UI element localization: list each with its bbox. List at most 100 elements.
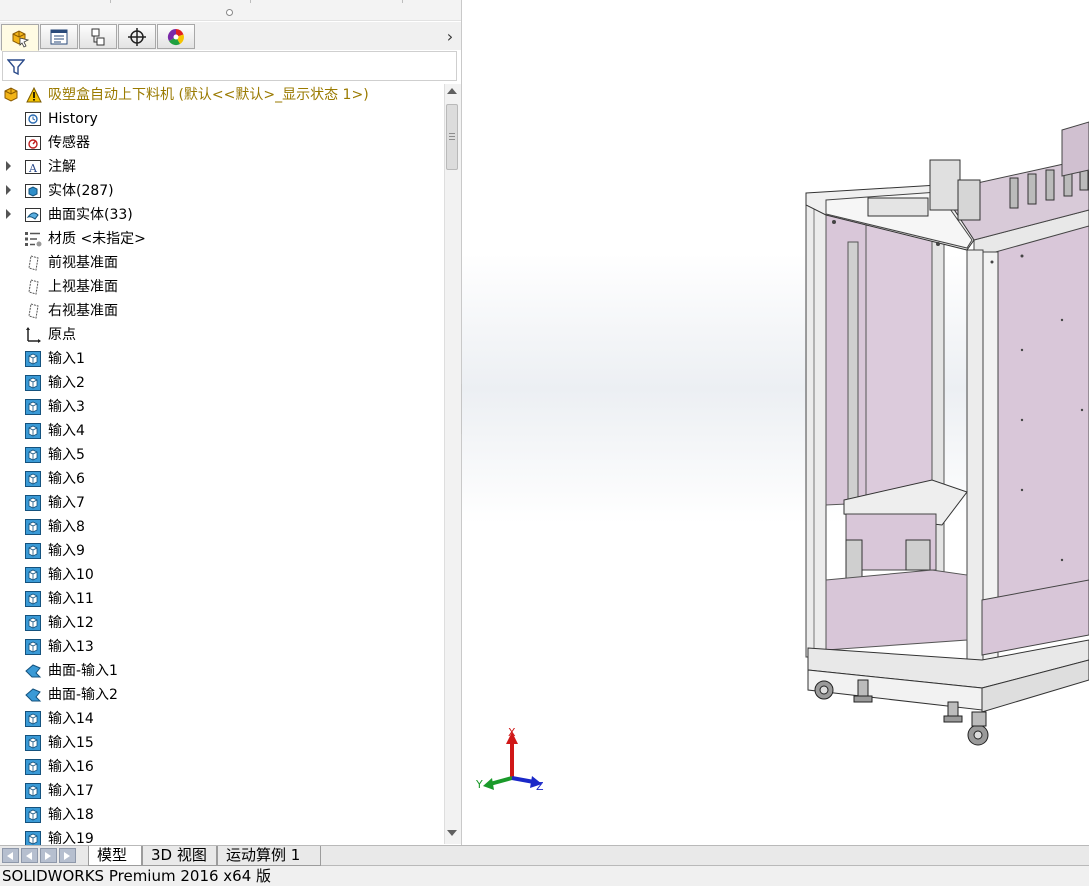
tree-item-label: 输入3 bbox=[48, 399, 85, 415]
material-icon bbox=[24, 230, 42, 248]
dimxpert-tab-icon bbox=[128, 27, 146, 46]
tree-item[interactable]: 原点 bbox=[0, 323, 444, 347]
tree-item[interactable]: A 注解 bbox=[0, 155, 444, 179]
display-manager-tab-icon bbox=[167, 28, 184, 45]
configurationmanager-tab[interactable] bbox=[79, 24, 117, 49]
tree-item-label: 输入19 bbox=[48, 831, 94, 845]
imported-body-icon bbox=[24, 374, 42, 392]
filter-icon bbox=[7, 59, 25, 76]
tree-item-label: 输入2 bbox=[48, 375, 85, 391]
tree-item-label: 前视基准面 bbox=[48, 255, 118, 271]
first-tab-button[interactable] bbox=[2, 848, 19, 863]
tree-item[interactable]: History bbox=[0, 107, 444, 131]
tree-item[interactable]: 曲面-输入1 bbox=[0, 659, 444, 683]
tree-item-label: 输入16 bbox=[48, 759, 94, 775]
tree-item[interactable]: 输入10 bbox=[0, 563, 444, 587]
dimxpert-tab[interactable] bbox=[118, 24, 156, 49]
document-tab-bar: 模型 3D 视图 运动算例 1 bbox=[0, 845, 1089, 866]
tab-model[interactable]: 模型 bbox=[88, 846, 142, 866]
tree-item-label: 上视基准面 bbox=[48, 279, 118, 295]
plane-icon bbox=[24, 254, 42, 272]
tree-item-label: 输入9 bbox=[48, 543, 85, 559]
tree-item[interactable]: 输入14 bbox=[0, 707, 444, 731]
tree-item-label: 输入1 bbox=[48, 351, 85, 367]
tree-item[interactable]: 输入7 bbox=[0, 491, 444, 515]
tree-item[interactable]: 输入6 bbox=[0, 467, 444, 491]
tab-motion-study[interactable]: 运动算例 1 bbox=[217, 846, 321, 866]
triad-x-label: X bbox=[508, 726, 516, 739]
imported-body-icon bbox=[24, 710, 42, 728]
tree-item[interactable]: 输入12 bbox=[0, 611, 444, 635]
tree-item[interactable]: 输入17 bbox=[0, 779, 444, 803]
tree-item-label: 输入11 bbox=[48, 591, 94, 607]
propertymanager-tab-icon bbox=[50, 29, 68, 44]
featuremanager-tab[interactable] bbox=[1, 24, 39, 51]
imported-body-icon bbox=[24, 350, 42, 368]
surface-bodies-icon bbox=[24, 206, 42, 224]
tree-item[interactable]: 输入5 bbox=[0, 443, 444, 467]
panel-top-splitter[interactable] bbox=[0, 0, 461, 21]
tree-item[interactable]: 传感器 bbox=[0, 131, 444, 155]
tree-root-label: 吸塑盒自动上下料机 (默认<<默认>_显示状态 1>) bbox=[48, 87, 369, 103]
origin-icon bbox=[24, 326, 42, 344]
tree-item-label: 注解 bbox=[48, 159, 76, 175]
tree-item-label: 输入10 bbox=[48, 567, 94, 583]
tree-item-label: 实体(287) bbox=[48, 183, 114, 199]
triad-z-label: Z bbox=[536, 780, 544, 793]
configurationmanager-tab-icon bbox=[91, 28, 105, 45]
tree-item-label: 输入17 bbox=[48, 783, 94, 799]
tree-item[interactable]: 输入1 bbox=[0, 347, 444, 371]
tree-item[interactable]: 前视基准面 bbox=[0, 251, 444, 275]
tab-3d-view[interactable]: 3D 视图 bbox=[142, 846, 217, 866]
imported-body-icon bbox=[24, 734, 42, 752]
prev-tab-button[interactable] bbox=[21, 848, 38, 863]
last-tab-button[interactable] bbox=[59, 848, 76, 863]
tree-item[interactable]: 材质 <未指定> bbox=[0, 227, 444, 251]
tree-item[interactable]: 输入13 bbox=[0, 635, 444, 659]
tree-item-label: 传感器 bbox=[48, 135, 90, 151]
tree-item-label: 曲面-输入1 bbox=[48, 663, 118, 679]
tree-item[interactable]: 输入16 bbox=[0, 755, 444, 779]
feature-filter-bar[interactable] bbox=[2, 51, 457, 81]
tree-item[interactable]: 上视基准面 bbox=[0, 275, 444, 299]
tree-item[interactable]: 输入15 bbox=[0, 731, 444, 755]
propertymanager-tab[interactable] bbox=[40, 24, 78, 49]
tree-item[interactable]: 曲面实体(33) bbox=[0, 203, 444, 227]
part-root-icon bbox=[3, 86, 21, 104]
expand-arrow-icon[interactable] bbox=[6, 185, 11, 195]
tree-scrollbar[interactable] bbox=[444, 84, 461, 844]
warning-icon bbox=[26, 86, 44, 105]
expand-arrow-icon[interactable] bbox=[6, 209, 11, 219]
tree-item[interactable]: 输入9 bbox=[0, 539, 444, 563]
tree-item[interactable]: 输入4 bbox=[0, 419, 444, 443]
tree-item[interactable]: 输入2 bbox=[0, 371, 444, 395]
tree-item[interactable]: 右视基准面 bbox=[0, 299, 444, 323]
imported-body-icon bbox=[24, 590, 42, 608]
featuremanager-tab-icon bbox=[12, 29, 30, 48]
scroll-thumb[interactable] bbox=[446, 104, 458, 170]
tree-item-label: 曲面实体(33) bbox=[48, 207, 133, 223]
imported-surface-icon bbox=[24, 686, 42, 704]
tree-item-label: 输入18 bbox=[48, 807, 94, 823]
expand-arrow-icon[interactable] bbox=[6, 161, 11, 171]
scroll-down-arrow-icon[interactable] bbox=[447, 830, 457, 836]
imported-body-icon bbox=[24, 758, 42, 776]
tree-item-label: 输入6 bbox=[48, 471, 85, 487]
panel-tabs-more-button[interactable]: › bbox=[442, 27, 458, 47]
tree-item[interactable]: 输入18 bbox=[0, 803, 444, 827]
tree-item-label: 输入12 bbox=[48, 615, 94, 631]
tree-item[interactable]: 输入11 bbox=[0, 587, 444, 611]
tree-item[interactable]: 输入3 bbox=[0, 395, 444, 419]
imported-body-icon bbox=[24, 470, 42, 488]
tree-item[interactable]: 曲面-输入2 bbox=[0, 683, 444, 707]
imported-body-icon bbox=[24, 542, 42, 560]
tree-item-label: 输入15 bbox=[48, 735, 94, 751]
tree-item[interactable]: 输入19 bbox=[0, 827, 444, 845]
scroll-up-arrow-icon[interactable] bbox=[447, 88, 457, 94]
tree-root-part[interactable]: 吸塑盒自动上下料机 (默认<<默认>_显示状态 1>) bbox=[0, 83, 444, 107]
tree-item[interactable]: 实体(287) bbox=[0, 179, 444, 203]
next-tab-button[interactable] bbox=[40, 848, 57, 863]
graphics-viewport[interactable]: X Y Z bbox=[462, 0, 1089, 845]
tree-item[interactable]: 输入8 bbox=[0, 515, 444, 539]
display-manager-tab[interactable] bbox=[157, 24, 195, 49]
